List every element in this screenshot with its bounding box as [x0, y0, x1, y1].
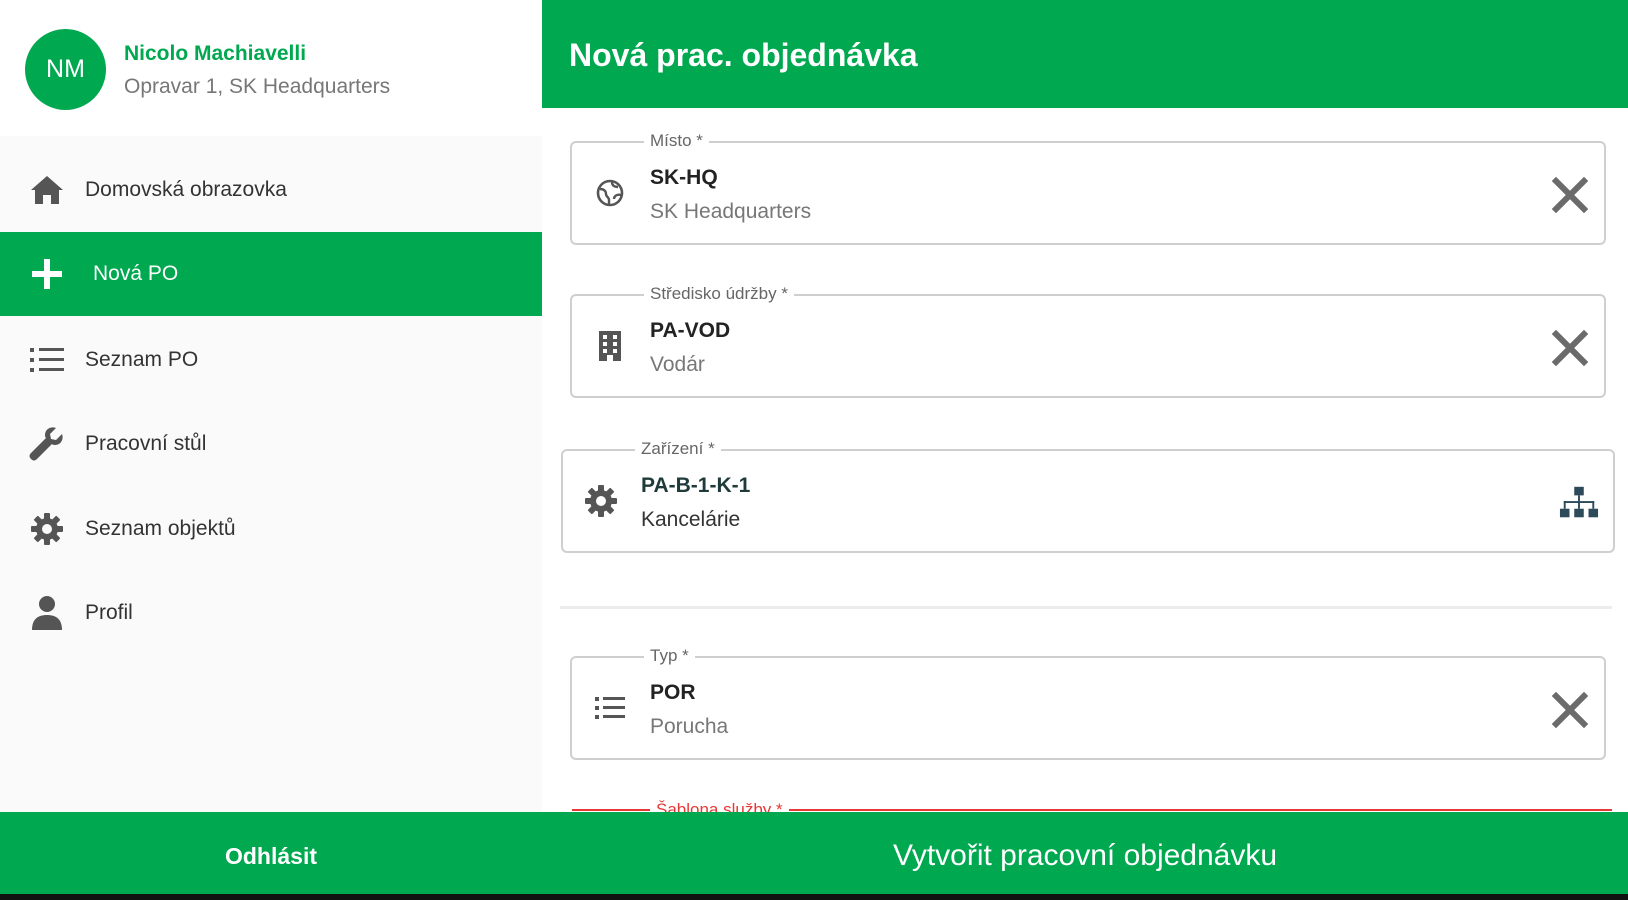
service-template-legend: Šablona služby *: [650, 800, 789, 812]
sidebar: NM Nicolo Machiavelli Opravar 1, SK Head…: [0, 0, 542, 812]
field-code: PA-B-1-K-1: [641, 474, 751, 497]
page-title: Nová prac. objednávka: [569, 37, 918, 73]
equipment-field[interactable]: Zařízení * PA-B-1-K-1 Kancelárie: [561, 439, 1615, 553]
sidebar-item-label: Domovská obrazovka: [85, 178, 287, 201]
field-legend: Zařízení *: [635, 439, 721, 459]
field-description: Kancelárie: [641, 508, 741, 531]
user-header: NM Nicolo Machiavelli Opravar 1, SK Head…: [0, 0, 542, 136]
field-description: Porucha: [650, 715, 729, 738]
sidebar-item-objects[interactable]: Seznam objektů: [0, 487, 542, 571]
clear-icon[interactable]: [1550, 175, 1590, 215]
location-field[interactable]: Místo * SK-HQ SK Headquarters: [570, 131, 1606, 245]
section-divider: [560, 606, 1612, 609]
hierarchy-icon[interactable]: [1559, 483, 1599, 523]
wrench-icon: [28, 425, 66, 463]
field-description: Vodár: [650, 353, 705, 376]
sidebar-item-label: Seznam PO: [85, 348, 199, 371]
app-bar: Nová prac. objednávka: [542, 0, 1628, 108]
type-field[interactable]: Typ * POR Porucha: [570, 646, 1606, 760]
list-icon: [28, 341, 66, 379]
sidebar-item-label: Nová PO: [93, 262, 179, 285]
globe-icon: [592, 175, 628, 211]
sidebar-item-workbench[interactable]: Pracovní stůl: [0, 402, 542, 486]
person-icon: [28, 594, 66, 632]
list-icon: [592, 690, 628, 726]
clear-icon[interactable]: [1550, 328, 1590, 368]
field-legend: Středisko údržby *: [644, 284, 794, 304]
gear-icon: [28, 510, 66, 548]
user-name: Nicolo Machiavelli: [124, 42, 307, 65]
sidebar-item-label: Seznam objektů: [85, 517, 236, 540]
home-icon: [28, 171, 66, 209]
logout-button[interactable]: Odhlásit: [0, 812, 542, 900]
sidebar-item-label: Pracovní stůl: [85, 432, 207, 455]
bottom-action-bar: Odhlásit Vytvořit pracovní objednávku: [0, 812, 1628, 900]
create-work-order-button[interactable]: Vytvořit pracovní objednávku: [542, 812, 1628, 900]
sidebar-item-po-list[interactable]: Seznam PO: [0, 318, 542, 402]
building-icon: [592, 328, 628, 364]
sidebar-item-label: Profil: [85, 601, 133, 624]
field-legend: Typ *: [644, 646, 695, 666]
screen-edge: [0, 894, 1628, 900]
user-subtitle: Opravar 1, SK Headquarters: [124, 75, 391, 98]
field-legend: Místo *: [644, 131, 709, 151]
avatar: NM: [25, 29, 106, 110]
field-code: PA-VOD: [650, 319, 731, 342]
sidebar-item-new-po[interactable]: Nová PO: [0, 232, 542, 316]
field-description: SK Headquarters: [650, 200, 812, 223]
maintenance-center-field[interactable]: Středisko údržby * PA-VOD Vodár: [570, 284, 1606, 398]
work-order-form: Místo * SK-HQ SK Headquarters Středisko …: [542, 108, 1628, 812]
field-code: SK-HQ: [650, 166, 718, 189]
gear-icon: [583, 483, 619, 519]
field-code: POR: [650, 681, 696, 704]
clear-icon[interactable]: [1550, 690, 1590, 730]
sidebar-item-profile[interactable]: Profil: [0, 571, 542, 655]
plus-icon: [28, 255, 66, 293]
sidebar-item-home[interactable]: Domovská obrazovka: [0, 148, 542, 232]
